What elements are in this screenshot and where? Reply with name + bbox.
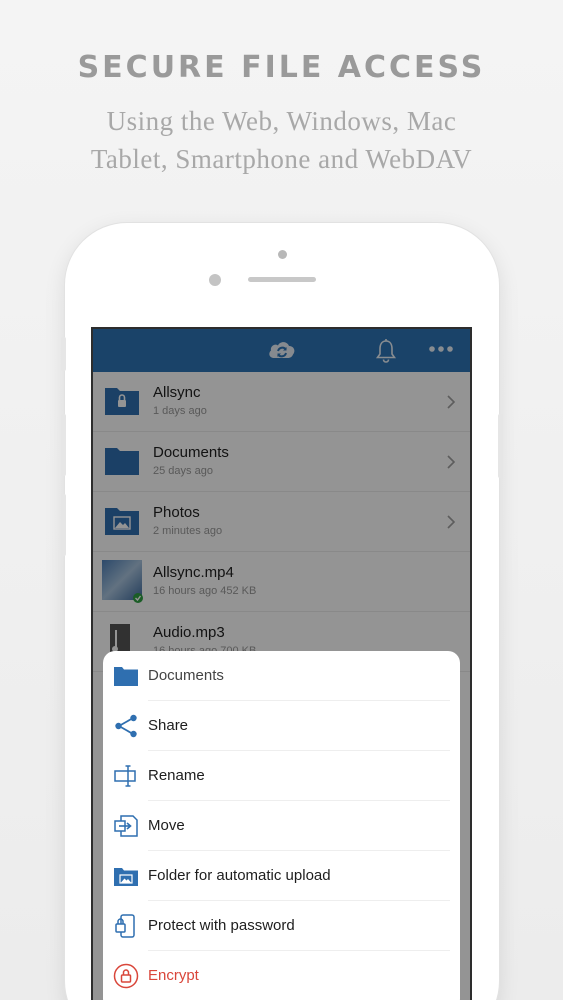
- action-move[interactable]: Move: [103, 801, 460, 851]
- promo-headline: SECURE FILE ACCESS: [77, 50, 486, 85]
- action-label: Folder for automatic upload: [148, 867, 331, 884]
- promo-subline-2: Tablet, Smartphone and WebDAV: [90, 144, 473, 174]
- action-sheet-header: Documents: [103, 651, 460, 701]
- phone-volume-up-button: [61, 414, 66, 476]
- proximity-sensor: [209, 274, 221, 286]
- phone-volume-down-button: [61, 494, 66, 556]
- action-label: Rename: [148, 767, 205, 784]
- action-sheet-title: Documents: [148, 667, 224, 684]
- password-protect-icon: [113, 913, 139, 939]
- phone-mute-button: [61, 337, 66, 371]
- folder-icon: [113, 663, 139, 689]
- phone-power-button: [498, 414, 503, 478]
- promo-subline-1: Using the Web, Windows, Mac: [106, 106, 457, 136]
- action-label: Protect with password: [148, 917, 295, 934]
- action-share[interactable]: Share: [103, 701, 460, 751]
- action-protect-password[interactable]: Protect with password: [103, 901, 460, 951]
- auto-upload-folder-icon: [113, 863, 139, 889]
- action-auto-upload[interactable]: Folder for automatic upload: [103, 851, 460, 901]
- action-label: Share: [148, 717, 189, 734]
- front-camera: [278, 250, 287, 259]
- action-sheet: Documents Share Rename Move Folder for a…: [103, 651, 460, 1000]
- earpiece-speaker: [248, 277, 316, 282]
- action-label: Move: [148, 817, 185, 834]
- action-rename[interactable]: Rename: [103, 751, 460, 801]
- move-icon: [113, 813, 139, 839]
- action-label: Encrypt: [148, 967, 199, 984]
- share-icon: [113, 713, 139, 739]
- action-encrypt[interactable]: Encrypt: [103, 951, 460, 1000]
- rename-icon: [113, 763, 139, 789]
- lock-icon: [113, 963, 139, 989]
